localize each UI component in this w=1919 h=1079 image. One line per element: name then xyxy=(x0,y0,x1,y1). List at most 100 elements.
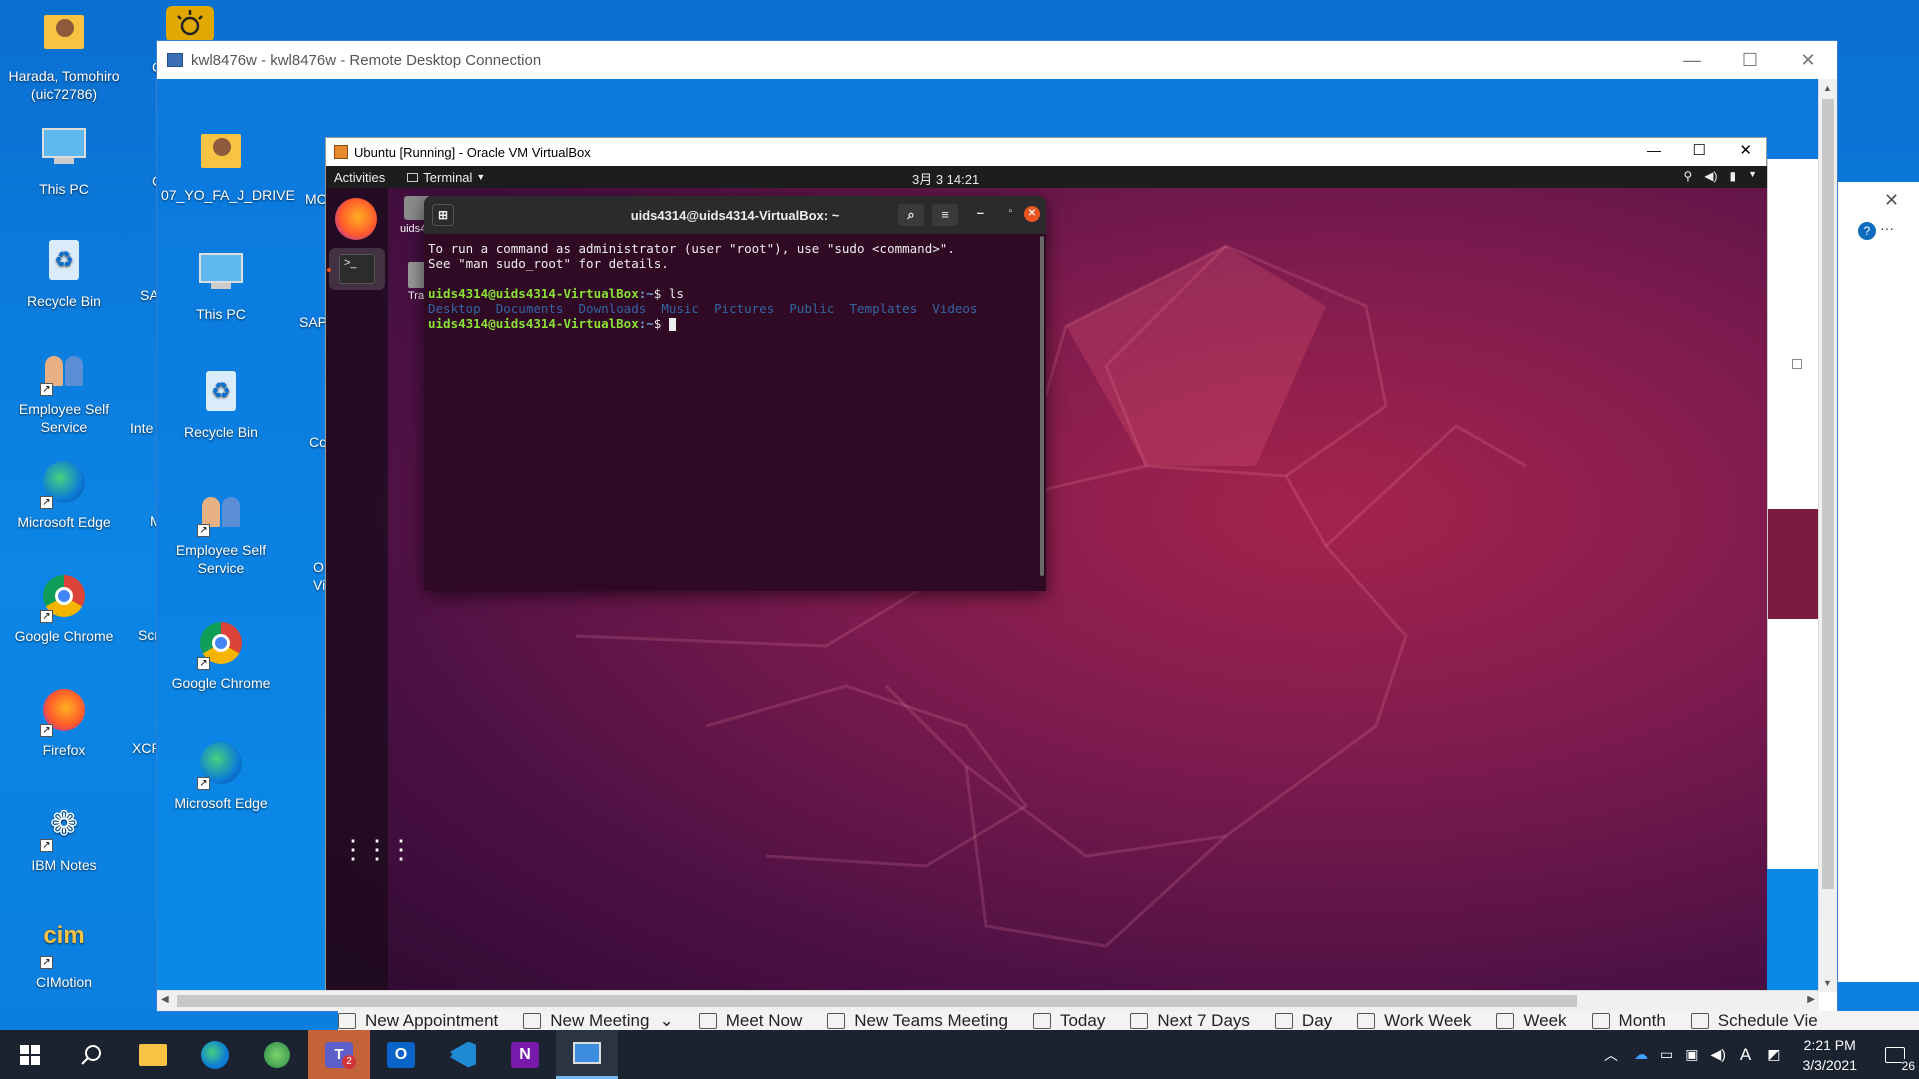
network-globe-icon[interactable] xyxy=(246,1030,308,1079)
volume-icon[interactable]: ◀) xyxy=(1710,1046,1725,1063)
desktop-icon-2[interactable]: ♻ Recycle Bin xyxy=(4,236,124,310)
activities-button[interactable]: Activities xyxy=(334,170,385,185)
vbox-titlebar[interactable]: Ubuntu [Running] - Oracle VM VirtualBox … xyxy=(326,138,1766,166)
ribbon-week-button[interactable]: Week xyxy=(1496,1011,1567,1030)
close-icon[interactable]: ✕ xyxy=(1884,190,1899,211)
ime-indicator[interactable]: A xyxy=(1740,1045,1751,1065)
desktop-icon-1[interactable]: This PC xyxy=(4,122,124,198)
chevron-down-icon[interactable]: ⌄ xyxy=(659,1011,673,1030)
ribbon-today-button[interactable]: Today xyxy=(1032,1011,1105,1030)
desktop-icon-5[interactable]: ↗ Google Chrome xyxy=(4,572,124,645)
onedrive-icon[interactable]: ☁ xyxy=(1634,1046,1648,1063)
search-icon[interactable]: ⌕ xyxy=(898,204,924,226)
horizontal-scroll-thumb[interactable] xyxy=(177,995,1577,1007)
terminal-app-menu[interactable]: Terminal ▼ xyxy=(407,170,485,185)
remote-cut-label: O xyxy=(313,559,324,575)
onenote-icon[interactable]: N xyxy=(494,1030,556,1079)
scroll-left-icon[interactable]: ◀ xyxy=(161,994,169,1005)
virtualbox-window[interactable]: Ubuntu [Running] - Oracle VM VirtualBox … xyxy=(325,137,1767,992)
recycle-bin-icon: ♻ xyxy=(197,371,245,419)
prompt-path: :~ xyxy=(638,286,654,301)
help-icon[interactable]: ? xyxy=(1858,222,1876,240)
terminal-output[interactable]: To run a command as administrator (user … xyxy=(424,234,1046,338)
desktop-icon-7[interactable]: ❁ ↗ IBM Notes xyxy=(4,800,124,874)
chevron-up-icon[interactable]: ︿ xyxy=(1604,1045,1618,1065)
gnome-clock[interactable]: 3月 3 14:21 xyxy=(912,169,979,188)
video-icon xyxy=(698,1012,717,1029)
ribbon-new-meeting-button[interactable]: New Meeting ⌄ xyxy=(523,1011,674,1030)
vbox-maximize-button[interactable]: ☐ xyxy=(1693,141,1706,159)
week-view-icon xyxy=(1496,1012,1515,1029)
remote-desktop-window[interactable]: kwl8476w - kwl8476w - Remote Desktop Con… xyxy=(156,40,1838,1012)
remote-desktop-icon-1[interactable]: This PC xyxy=(161,247,281,323)
more-icon[interactable]: ··· xyxy=(1880,220,1894,236)
notification-center-icon[interactable]: 26 xyxy=(1871,1030,1919,1079)
remote-desktop-icon-0[interactable]: 07_YO_FA_J_DRIVE xyxy=(161,127,295,204)
rdp-minimize-button[interactable]: — xyxy=(1663,41,1721,79)
rdp-vertical-scrollbar[interactable]: ▲ ▼ xyxy=(1818,79,1837,992)
remote-desktop-icon-2[interactable]: ♻ Recycle Bin xyxy=(161,367,281,441)
vscode-icon[interactable] xyxy=(432,1030,494,1079)
terminal-maximize-button[interactable]: ▫ xyxy=(1008,206,1012,217)
desktop-icon-3[interactable]: ↗ Employee Self Service xyxy=(4,348,124,436)
ribbon-schedule-vie-button[interactable]: Schedule Vie xyxy=(1690,1011,1818,1030)
ribbon-day-button[interactable]: Day xyxy=(1274,1011,1332,1030)
terminal-scrollbar[interactable] xyxy=(1040,236,1044,576)
terminal-headerbar[interactable]: ⊞ uids4314@uids4314-VirtualBox: ~ ⌕ ≡ – … xyxy=(424,196,1046,234)
search-icon[interactable] xyxy=(60,1030,122,1079)
ribbon-month-button[interactable]: Month xyxy=(1591,1011,1666,1030)
chevron-down-icon: ▼ xyxy=(476,172,486,182)
desktop-icon-4[interactable]: ↗ Microsoft Edge xyxy=(4,458,124,531)
show-apps-icon[interactable]: ⋮⋮⋮ xyxy=(340,834,414,864)
clock[interactable]: 2:21 PM 3/3/2021 xyxy=(1803,1035,1858,1075)
recycle-bin-icon: ♻ xyxy=(40,240,88,288)
rdp-app-icon xyxy=(167,53,183,67)
ibm-notes-icon: ❁ ↗ xyxy=(40,804,88,852)
terminal-close-button[interactable]: ✕ xyxy=(1024,206,1040,222)
start-icon[interactable] xyxy=(0,1030,60,1079)
vertical-scroll-thumb[interactable] xyxy=(1822,99,1834,889)
ribbon-meet-now-button[interactable]: Meet Now xyxy=(698,1011,802,1030)
desktop-icon-6[interactable]: ↗ Firefox xyxy=(4,686,124,759)
scroll-right-icon[interactable]: ▶ xyxy=(1807,994,1815,1005)
ribbon-label: Week xyxy=(1523,1011,1567,1030)
terminal-minimize-button[interactable]: – xyxy=(977,205,984,220)
file-explorer-icon[interactable] xyxy=(122,1030,184,1079)
day-icon xyxy=(1274,1012,1293,1029)
network-icon[interactable]: ▣ xyxy=(1685,1046,1698,1063)
firefox-icon[interactable] xyxy=(335,198,377,240)
remote-desktop-icon-3[interactable]: ↗ Employee Self Service xyxy=(161,489,281,577)
ribbon-new-appointment-button[interactable]: New Appointment xyxy=(338,1011,498,1030)
terminal-window[interactable]: ⊞ uids4314@uids4314-VirtualBox: ~ ⌕ ≡ – … xyxy=(424,196,1046,591)
ribbon-new-teams-meeting-button[interactable]: New Teams Meeting xyxy=(827,1011,1008,1030)
scroll-down-icon[interactable]: ▼ xyxy=(1823,978,1832,988)
scroll-up-icon[interactable]: ▲ xyxy=(1823,83,1832,93)
dock-terminal-active[interactable]: >_ xyxy=(329,248,385,290)
ribbon-next-7-days-button[interactable]: Next 7 Days xyxy=(1130,1011,1250,1030)
rdp-horizontal-scrollbar[interactable]: ◀ ▶ xyxy=(157,990,1819,1011)
ribbon-work-week-button[interactable]: Work Week xyxy=(1357,1011,1471,1030)
desktop-icon-8[interactable]: cim ↗ CIMotion xyxy=(4,912,124,991)
desktop-icon-label: Employee Self Service xyxy=(175,542,267,576)
remote-desktop-icon-5[interactable]: ↗ Microsoft Edge xyxy=(161,739,281,812)
vbox-minimize-button[interactable]: — xyxy=(1647,142,1661,158)
rdp-close-button[interactable]: ✕ xyxy=(1779,41,1837,79)
system-tray[interactable]: ⚲ ◀) ▮ ▼ xyxy=(1683,169,1757,183)
teams-icon[interactable]: T 2 xyxy=(308,1030,370,1079)
rdp-maximize-button[interactable]: ☐ xyxy=(1721,41,1779,79)
checkbox-icon[interactable] xyxy=(1792,359,1802,369)
hamburger-menu-icon[interactable]: ≡ xyxy=(932,204,958,226)
remote-desktop-icon[interactable] xyxy=(556,1030,618,1079)
ubuntu-desktop: Activities Terminal ▼ 3月 3 14:21 ⚲ ◀) ▮ … xyxy=(326,166,1767,992)
desktop-icon-0[interactable]: Harada, Tomohiro (uic72786) xyxy=(4,8,124,103)
vbox-close-button[interactable]: ✕ xyxy=(1739,141,1752,159)
firefox-icon: ↗ xyxy=(40,689,88,737)
sun-app-icon[interactable] xyxy=(166,6,214,42)
edge-icon[interactable] xyxy=(184,1030,246,1079)
outlook-icon[interactable]: O xyxy=(370,1030,432,1079)
rdp-titlebar[interactable]: kwl8476w - kwl8476w - Remote Desktop Con… xyxy=(157,41,1837,79)
input-icon[interactable]: ◩ xyxy=(1767,1046,1780,1063)
remote-desktop-icon-4[interactable]: ↗ Google Chrome xyxy=(161,619,281,692)
battery-icon[interactable]: ▭ xyxy=(1660,1046,1673,1063)
new-tab-button[interactable]: ⊞ xyxy=(432,204,454,226)
